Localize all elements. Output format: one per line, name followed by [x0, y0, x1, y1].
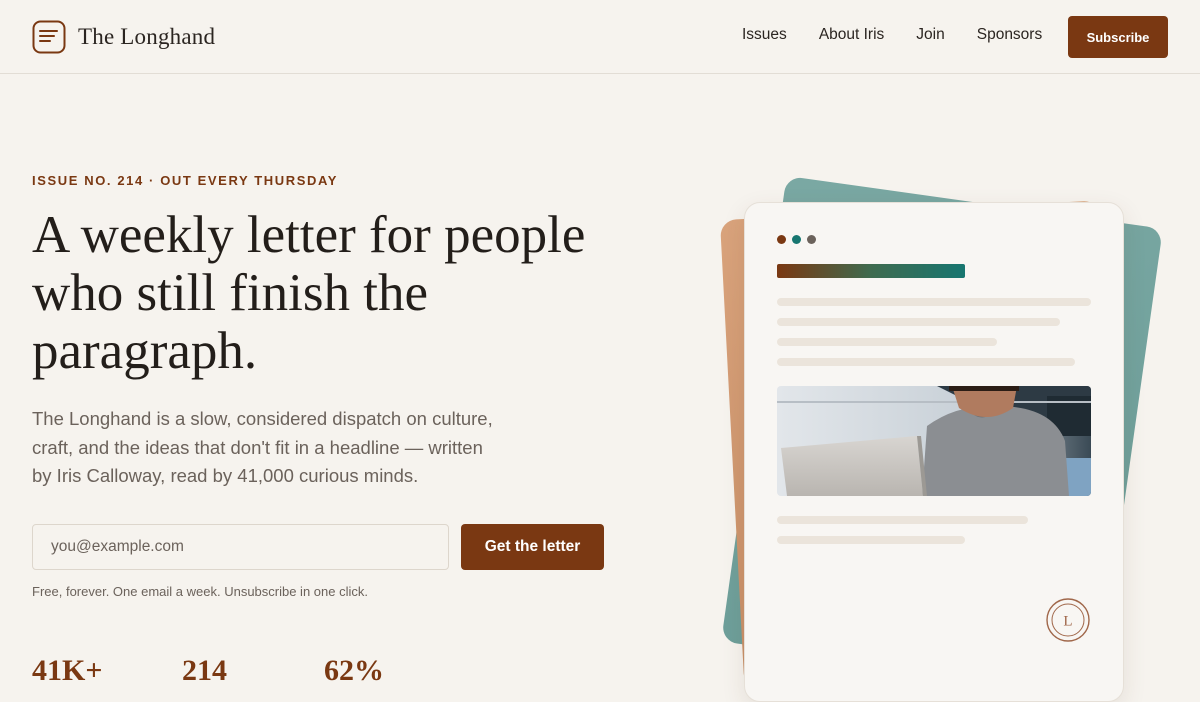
nav-issues[interactable]: Issues [742, 26, 787, 44]
hero-description: The Longhand is a slow, considered dispa… [32, 408, 493, 486]
stat-issues: 214 [182, 654, 227, 687]
window-dot [792, 235, 801, 244]
article-photo [777, 386, 1091, 496]
fine-print: Free, forever. One email a week. Unsubsc… [32, 584, 368, 599]
hero-headline: A weekly letter for people who still fin… [32, 206, 586, 380]
issue-eyebrow: ISSUE NO. 214 · OUT EVERY THURSDAY [32, 173, 339, 188]
monogram-seal: L [1046, 598, 1090, 642]
window-dot [807, 235, 816, 244]
brand-name: The Longhand [78, 24, 216, 49]
nav-about-iris[interactable]: About Iris [819, 26, 884, 44]
main-nav: Issues About Iris Join Sponsors [742, 26, 1074, 44]
stat-readers: 41K+ [32, 654, 103, 687]
subscribe-button[interactable]: Subscribe [1068, 16, 1168, 58]
nav-join[interactable]: Join [916, 26, 944, 44]
get-letter-button[interactable]: Get the letter [461, 524, 604, 570]
email-input[interactable] [32, 524, 449, 570]
note-lines-icon [32, 20, 66, 54]
window-dot [777, 235, 786, 244]
letter-preview-card: L [744, 202, 1124, 702]
brand[interactable]: The Longhand [32, 20, 215, 54]
text-placeholder-line [777, 536, 965, 544]
title-placeholder-bar [777, 264, 965, 278]
stat-open-rate: 62% [324, 654, 384, 687]
seal-letter: L [1063, 614, 1072, 630]
text-placeholder-line [777, 516, 1028, 524]
site-header: The Longhand Issues About Iris Join Spon… [0, 0, 1200, 74]
text-placeholder-line [777, 318, 1060, 326]
nav-sponsors[interactable]: Sponsors [977, 26, 1042, 44]
text-placeholder-line [777, 358, 1075, 366]
text-placeholder-line [777, 338, 997, 346]
text-placeholder-line [777, 298, 1091, 306]
